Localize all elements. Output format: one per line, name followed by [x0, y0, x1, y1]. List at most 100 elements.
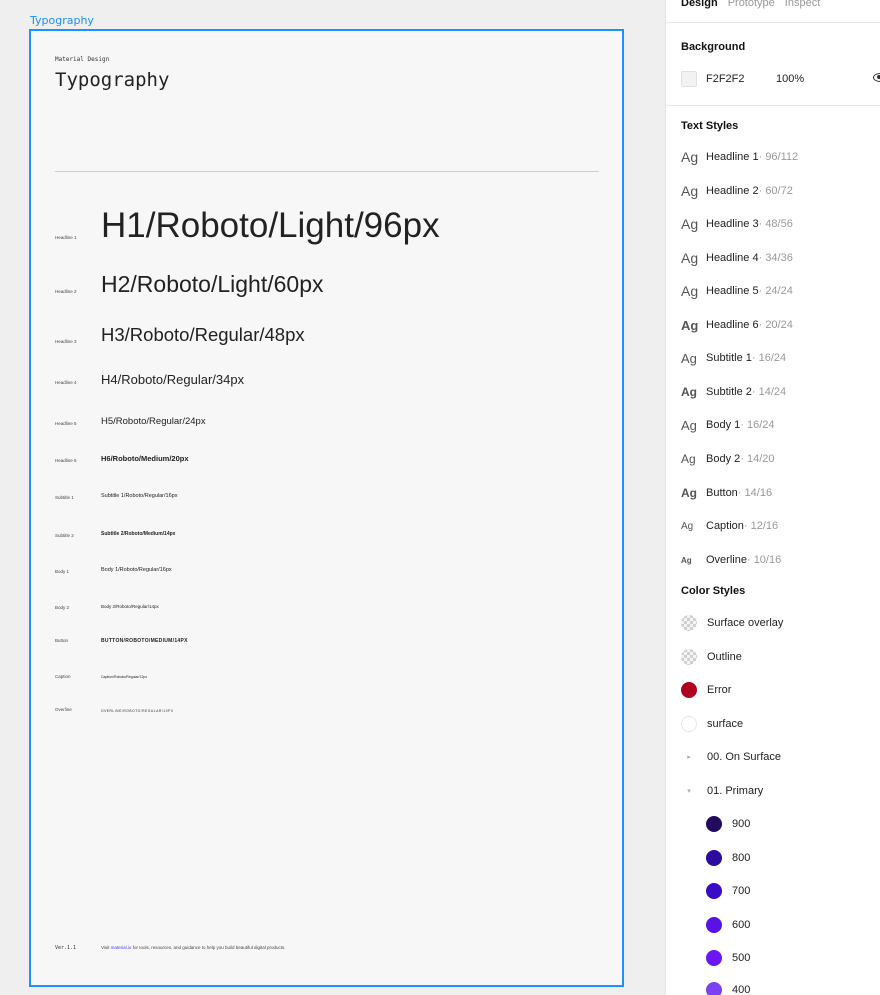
- color-group-primary[interactable]: ▾ 01. Primary: [681, 781, 763, 801]
- style-sample-h4: H4/Roboto/Regular/34px: [101, 372, 245, 387]
- color-style-error[interactable]: Error: [681, 680, 731, 700]
- text-style-headline-3[interactable]: Ag Headline 3 · 48/56: [681, 214, 793, 234]
- text-style-meta: · 48/56: [758, 218, 793, 230]
- text-style-name: Overline: [706, 554, 747, 566]
- text-style-ag-icon: Ag: [681, 486, 697, 500]
- tab-prototype[interactable]: Prototype: [728, 0, 775, 9]
- color-style-name: 900: [732, 818, 751, 830]
- text-style-name: Headline 3: [706, 218, 759, 230]
- color-style-outline[interactable]: Outline: [681, 647, 742, 667]
- canvas[interactable]: Typography Material Design Typography He…: [0, 0, 665, 995]
- text-style-ag-icon: Ag: [681, 250, 699, 266]
- style-sample-caption: Caption/Roboto/Regular/12px: [101, 675, 148, 679]
- background-section-title: Background: [681, 41, 746, 53]
- style-sample-h6: H6/Roboto/Medium/20px: [101, 454, 189, 463]
- color-style-primary-700[interactable]: 700: [706, 881, 750, 901]
- style-label-h6: Headline 6: [55, 458, 77, 463]
- color-style-primary-800[interactable]: 800: [706, 848, 750, 868]
- panel-tabs: Design Prototype Inspect: [681, 0, 820, 9]
- text-style-name: Headline 1: [706, 151, 759, 163]
- text-style-meta: · 16/24: [751, 352, 787, 364]
- color-style-name: Outline: [707, 651, 742, 663]
- style-label-h5: Headline 5: [55, 421, 77, 426]
- text-style-meta: · 16/24: [740, 419, 775, 431]
- text-styles-section-title: Text Styles: [681, 120, 739, 132]
- text-style-name: Headline 6: [706, 319, 759, 331]
- checker-swatch-icon: [681, 649, 697, 665]
- color-style-name: 700: [732, 885, 751, 897]
- frame-label[interactable]: Typography: [30, 14, 94, 27]
- properties-panel: Design Prototype Inspect Background F2F2…: [665, 0, 880, 995]
- caret-right-icon[interactable]: ▸: [681, 753, 697, 761]
- eye-icon[interactable]: [873, 73, 880, 82]
- text-style-headline-4[interactable]: Ag Headline 4 · 34/36: [681, 248, 793, 268]
- tab-inspect[interactable]: Inspect: [785, 0, 820, 9]
- style-sample-h1: H1/Roboto/Light/96px: [101, 206, 440, 245]
- text-style-meta: · 14/16: [737, 487, 773, 499]
- text-style-name: Body 1: [706, 419, 741, 431]
- style-label-button: Button: [55, 638, 69, 643]
- style-label-subtitle2: Subtitle 2: [55, 533, 74, 538]
- background-opacity[interactable]: 100%: [776, 73, 836, 85]
- doc-divider: [55, 171, 599, 172]
- style-sample-h3: H3/Roboto/Regular/48px: [101, 324, 305, 345]
- text-style-caption[interactable]: Ag Caption · 12/16: [681, 516, 778, 536]
- text-style-meta: · 96/112: [758, 151, 799, 163]
- color-style-primary-900[interactable]: 900: [706, 814, 750, 834]
- color-swatch-icon: [681, 716, 697, 732]
- text-style-meta: · 60/72: [758, 185, 793, 197]
- text-style-meta: · 34/36: [758, 252, 793, 264]
- text-style-ag-icon: Ag: [681, 417, 697, 433]
- color-group-name: 00. On Surface: [707, 751, 781, 763]
- color-style-primary-500[interactable]: 500: [706, 948, 750, 968]
- text-style-ag-icon: Ag: [681, 317, 699, 333]
- color-styles-section-title: Color Styles: [681, 585, 746, 597]
- typography-frame[interactable]: Material Design Typography Headline 1 H1…: [29, 29, 624, 987]
- material-io-link[interactable]: material.io: [111, 945, 132, 950]
- color-group-on-surface[interactable]: ▸ 00. On Surface: [681, 747, 781, 767]
- text-style-headline-6[interactable]: Ag Headline 6 · 20/24: [681, 315, 793, 335]
- style-label-h3: Headline 3: [55, 339, 77, 344]
- text-style-body-2[interactable]: Ag Body 2 · 14/20: [681, 449, 775, 469]
- color-style-surface-overlay[interactable]: Surface overlay: [681, 613, 783, 633]
- caret-down-icon[interactable]: ▾: [681, 787, 697, 795]
- style-sample-body1: Body 1/Roboto/Regular/16px: [101, 567, 172, 573]
- color-style-name: Surface overlay: [707, 617, 784, 629]
- text-style-headline-2[interactable]: Ag Headline 2 · 60/72: [681, 181, 793, 201]
- text-style-name: Headline 5: [706, 285, 759, 297]
- style-sample-subtitle1: Subtitle 1/Roboto/Regular/16px: [101, 493, 178, 499]
- text-style-ag-icon: Ag: [681, 452, 696, 466]
- text-style-subtitle-1[interactable]: Ag Subtitle 1 · 16/24: [681, 348, 786, 368]
- style-sample-h5: H5/Roboto/Regular/24px: [101, 416, 206, 427]
- text-style-headline-1[interactable]: Ag Headline 1 · 96/112: [681, 147, 798, 167]
- background-swatch[interactable]: [681, 71, 697, 87]
- checker-swatch-icon: [681, 615, 697, 631]
- doc-version: Ver.1.1: [55, 945, 77, 951]
- text-style-ag-icon: Ag: [681, 350, 697, 366]
- background-fill-row[interactable]: F2F2F2 100%: [681, 70, 880, 88]
- text-style-ag-icon: Ag: [681, 555, 692, 565]
- color-style-name: Error: [707, 684, 732, 696]
- background-hex[interactable]: F2F2F2: [706, 73, 776, 85]
- tab-design[interactable]: Design: [681, 0, 718, 9]
- color-swatch-icon: [706, 816, 722, 832]
- text-style-body-1[interactable]: Ag Body 1 · 16/24: [681, 415, 775, 435]
- color-swatch-icon: [706, 917, 722, 933]
- text-style-subtitle-2[interactable]: Ag Subtitle 2 · 14/24: [681, 382, 786, 402]
- text-style-ag-icon: Ag: [681, 149, 699, 165]
- color-style-primary-600[interactable]: 600: [706, 915, 750, 935]
- text-style-ag-icon: Ag: [681, 216, 699, 232]
- style-label-h2: Headline 2: [55, 289, 77, 294]
- style-label-h4: Headline 4: [55, 380, 77, 385]
- doc-title: Typography: [55, 69, 170, 91]
- text-style-headline-5[interactable]: Ag Headline 5 · 24/24: [681, 281, 793, 301]
- text-style-overline[interactable]: Ag Overline · 10/16: [681, 550, 781, 570]
- color-group-name: 01. Primary: [707, 785, 764, 797]
- color-style-primary-400[interactable]: 400: [706, 980, 750, 995]
- style-sample-overline: OVERLINE/ROBOTO/REGULAR/10PX: [101, 709, 174, 713]
- text-style-meta: · 24/24: [758, 285, 793, 297]
- text-style-button[interactable]: Ag Button · 14/16: [681, 483, 772, 503]
- color-style-surface[interactable]: surface: [681, 714, 743, 734]
- doc-eyebrow: Material Design: [55, 56, 110, 63]
- style-label-body2: Body 2: [55, 605, 70, 610]
